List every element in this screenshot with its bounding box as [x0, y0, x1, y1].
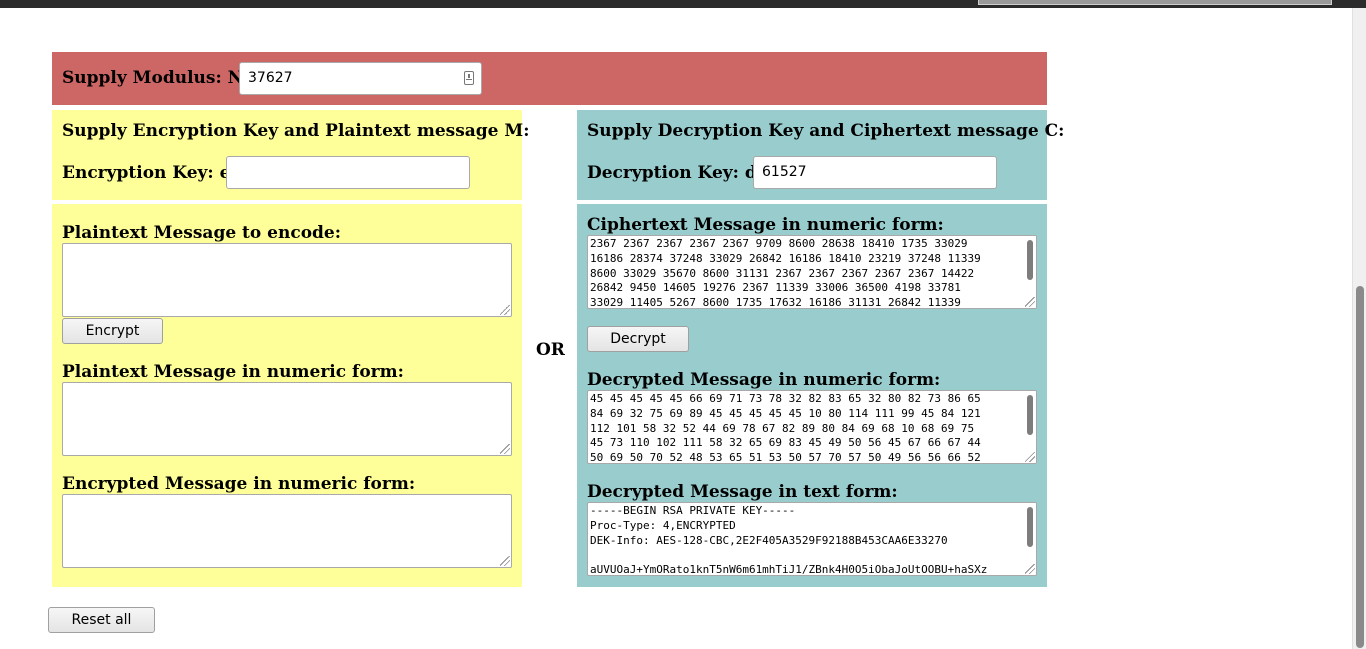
decrypt-button[interactable]: Decrypt [587, 326, 689, 352]
decryption-heading: Supply Decryption Key and Ciphertext mes… [587, 121, 1065, 141]
scrollbar-thumb[interactable] [1027, 395, 1033, 435]
resize-grip-icon[interactable] [500, 444, 510, 454]
encryption-key-label: Encryption Key: e [62, 163, 231, 183]
reset-all-button[interactable]: Reset all [48, 607, 155, 633]
resize-grip-icon[interactable] [500, 556, 510, 566]
resize-grip-icon[interactable] [1025, 297, 1035, 307]
encryption-messages-panel: Plaintext Message to encode: Encrypt Pla… [52, 204, 522, 587]
ciphertext-text: 2367 2367 2367 2367 2367 9709 8600 28638… [590, 237, 981, 309]
encryption-key-input[interactable] [226, 156, 470, 189]
scrollbar-thumb[interactable] [1027, 507, 1033, 547]
decrypted-numeric-textarea[interactable]: 45 45 45 45 45 66 69 71 73 78 32 82 83 6… [587, 390, 1037, 464]
page-scrollbar[interactable] [1352, 8, 1366, 649]
scrollbar-thumb[interactable] [1027, 240, 1033, 280]
number-stepper-icon[interactable] [464, 71, 474, 85]
decryption-key-label: Decryption Key: d [587, 163, 757, 183]
plaintext-textarea[interactable] [62, 243, 512, 317]
decryption-key-value: 61527 [762, 164, 807, 180]
decrypted-numeric-label: Decrypted Message in numeric form: [587, 370, 941, 390]
decrypted-text-label: Decrypted Message in text form: [587, 482, 898, 502]
resize-grip-icon[interactable] [1025, 452, 1035, 462]
encryption-heading: Supply Encryption Key and Plaintext mess… [62, 121, 530, 141]
decrypted-text-text: -----BEGIN RSA PRIVATE KEY----- Proc-Typ… [590, 504, 988, 576]
encrypted-numeric-textarea[interactable] [62, 494, 512, 568]
decryption-key-panel: Supply Decryption Key and Ciphertext mes… [577, 110, 1064, 200]
modulus-panel: Supply Modulus: N 37627 [52, 52, 1047, 105]
loading-progress-bar [978, 0, 1332, 5]
ciphertext-label: Ciphertext Message in numeric form: [587, 215, 944, 235]
browser-toolbar-strip [0, 0, 1366, 8]
page-scrollbar-thumb[interactable] [1356, 286, 1364, 648]
or-separator: OR [536, 340, 565, 360]
modulus-input[interactable]: 37627 [239, 62, 482, 95]
decrypted-numeric-text: 45 45 45 45 45 66 69 71 73 78 32 82 83 6… [590, 392, 981, 464]
decryption-key-input[interactable]: 61527 [753, 156, 997, 189]
resize-grip-icon[interactable] [1025, 564, 1035, 574]
plaintext-numeric-label: Plaintext Message in numeric form: [62, 362, 404, 382]
encrypt-button[interactable]: Encrypt [62, 318, 163, 344]
modulus-value: 37627 [248, 70, 293, 86]
modulus-label: Supply Modulus: N [62, 68, 244, 88]
ciphertext-textarea[interactable]: 2367 2367 2367 2367 2367 9709 8600 28638… [587, 235, 1037, 309]
encryption-key-panel: Supply Encryption Key and Plaintext mess… [52, 110, 530, 200]
plaintext-numeric-textarea[interactable] [62, 382, 512, 456]
plaintext-label: Plaintext Message to encode: [62, 223, 342, 243]
encrypted-numeric-label: Encrypted Message in numeric form: [62, 474, 416, 494]
decryption-messages-panel: Ciphertext Message in numeric form: 2367… [577, 204, 1047, 587]
decrypted-text-textarea[interactable]: -----BEGIN RSA PRIVATE KEY----- Proc-Typ… [587, 502, 1037, 576]
resize-grip-icon[interactable] [500, 305, 510, 315]
